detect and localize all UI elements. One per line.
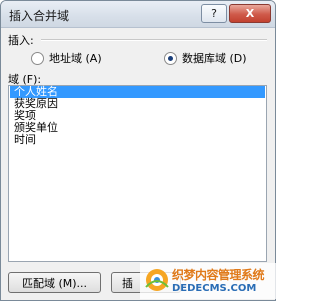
help-button[interactable]: ?	[201, 4, 227, 23]
watermark: 织梦内容管理系统 DEDECMS.COM	[140, 263, 276, 299]
window-title: 插入合并域	[9, 9, 70, 23]
insert-merge-field-dialog: 插入合并域 ? X 插入: 地址域 (A) 数据库域 (D) 域 (F): 个人…	[0, 0, 276, 301]
radio-database-indicator[interactable]	[164, 51, 177, 65]
radio-address-field[interactable]: 地址域 (A)	[31, 50, 102, 66]
watermark-text-en: DEDECMS.COM	[172, 283, 257, 294]
list-item[interactable]: 获奖原因	[10, 98, 265, 110]
radio-address-label: 地址域 (A)	[49, 52, 102, 65]
insert-group-label: 插入:	[8, 34, 34, 47]
title-bar: 插入合并域 ? X	[1, 1, 275, 28]
radio-address-indicator[interactable]	[31, 51, 44, 65]
dedecms-logo-icon	[145, 269, 169, 291]
group-divider	[41, 39, 267, 41]
fields-listbox[interactable]: 个人姓名 获奖原因 奖项 颁奖单位 时间	[8, 85, 267, 262]
watermark-text-cn: 织梦内容管理系统	[172, 268, 265, 282]
radio-database-field[interactable]: 数据库域 (D)	[164, 50, 247, 66]
close-button[interactable]: X	[229, 4, 271, 23]
match-fields-button[interactable]: 匹配域 (M)...	[8, 272, 101, 293]
list-item[interactable]: 颁奖单位	[10, 122, 265, 134]
radio-database-label: 数据库域 (D)	[182, 52, 247, 65]
list-item[interactable]: 时间	[10, 134, 265, 146]
